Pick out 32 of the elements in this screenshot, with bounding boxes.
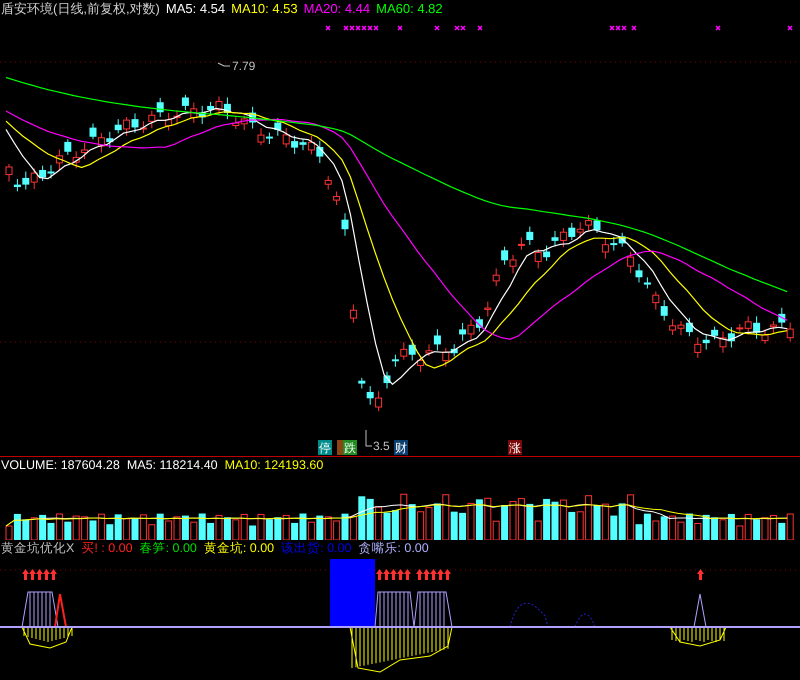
up-arrows-drawing xyxy=(697,569,704,580)
legend-text: 黄金坑: 0.00 xyxy=(204,542,274,554)
legend-text: 黄金坑优化X xyxy=(1,542,74,554)
price-label: 7.79 xyxy=(232,59,256,73)
legend-text: MA5: 118214.40 xyxy=(126,458,218,472)
signal-block xyxy=(330,559,375,627)
legend-text: 贪嘴乐: 0.00 xyxy=(358,542,429,554)
legend-text: MA10: 124193.60 xyxy=(224,458,324,472)
stock-title: 盾安环境(日线,前复权,对数) xyxy=(1,0,160,18)
candlestick xyxy=(342,212,348,236)
legend-text: VOLUME: 187604.28 xyxy=(1,458,120,472)
up-arrows-drawing xyxy=(416,569,451,580)
up-arrows-drawing xyxy=(22,569,57,580)
candlestick xyxy=(350,304,357,324)
spike-line xyxy=(54,593,67,628)
price-label: 3.5 xyxy=(373,439,390,453)
leader-line xyxy=(366,430,372,446)
tag-badge: 涨 xyxy=(508,440,522,455)
tag-badge: 跌 xyxy=(343,440,357,455)
leader-line xyxy=(218,62,230,66)
tag-badge: 停 xyxy=(318,440,332,455)
legend-text: MA20: 4.44 xyxy=(304,0,370,18)
up-arrows-drawing xyxy=(376,569,411,580)
legend-text: 春笋: 0.00 xyxy=(140,542,197,554)
legend-text: MA5: 4.54 xyxy=(166,0,226,18)
legend-text: 该出货: 0.00 xyxy=(281,542,352,554)
candlestick xyxy=(384,371,390,389)
legend-text: MA60: 4.82 xyxy=(376,0,443,18)
legend-text: MA10: 4.53 xyxy=(231,0,298,18)
candlestick xyxy=(492,268,500,287)
tag-badge: 财 xyxy=(394,440,408,455)
legend-text: 买! : 0.00 xyxy=(81,542,133,554)
